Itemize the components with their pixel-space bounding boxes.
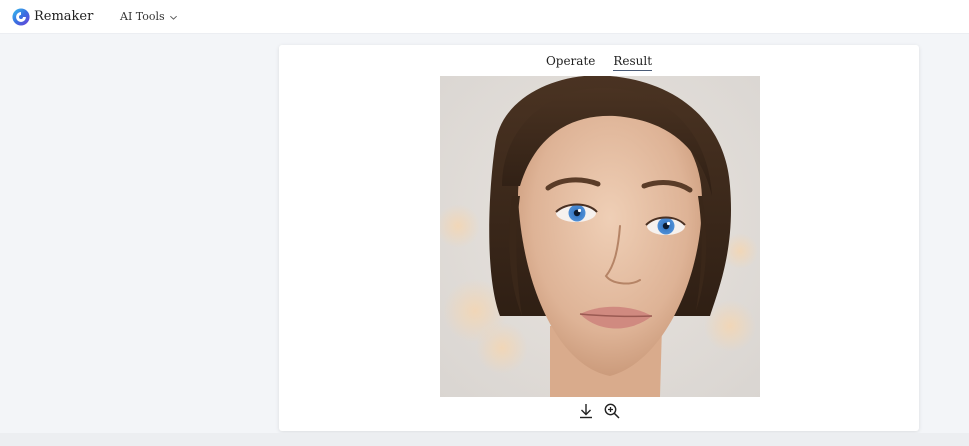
ai-tools-label: AI Tools (120, 10, 165, 23)
zoom-in-icon[interactable] (603, 402, 621, 420)
tab-result[interactable]: Result (613, 53, 653, 71)
tab-operate[interactable]: Operate (546, 53, 595, 71)
result-actions (279, 402, 919, 420)
result-image (440, 76, 760, 397)
download-icon[interactable] (577, 402, 595, 420)
chevron-down-icon (169, 15, 177, 20)
brand-name[interactable]: Remaker (34, 9, 93, 25)
bottom-strip (0, 433, 969, 446)
top-nav-bar: Remaker AI Tools (0, 0, 969, 34)
result-card: Operate Result (279, 45, 919, 431)
mode-tabs: Operate Result (279, 53, 919, 71)
portrait-face-image (440, 76, 760, 397)
ai-tools-menu[interactable]: AI Tools (120, 10, 178, 24)
remaker-logo-icon[interactable] (12, 8, 30, 26)
